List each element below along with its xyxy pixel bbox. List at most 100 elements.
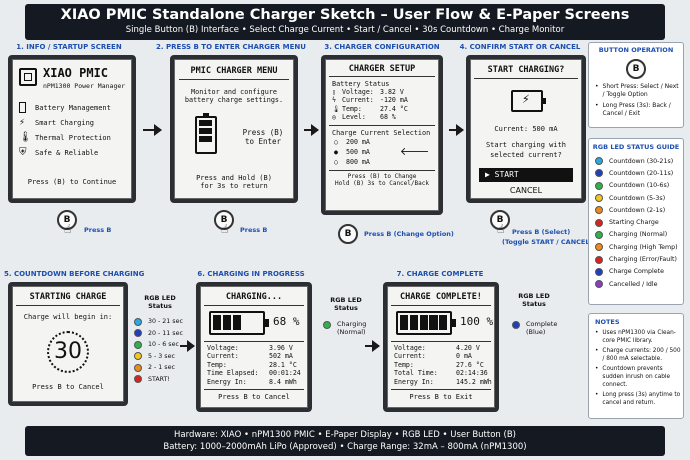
led-guide-label: Countdown (20-11s) [609,169,674,177]
step-4-title: 4. CONFIRM START OR CANCEL [459,43,581,51]
flow-arrow-5 [180,340,195,352]
setup-screen: CHARGER SETUP Battery Status ▯ Voltage: 3.… [325,59,439,211]
menu-screen: PMIC CHARGER MENU Monitor and configure … [174,59,294,199]
countdown-led-row: START! [134,374,194,386]
battery-icon [19,102,26,113]
complete-stat-row: Voltage: 4.20 V [394,344,480,352]
charging-stat-row: Temp: 28.1 °C [207,360,297,369]
flow-arrow-2 [304,124,319,136]
hand-pointer-icon: ☝ [64,222,72,236]
led-guide-row: Cancelled / Idle [595,278,683,290]
info-item-battery: Battery Management [19,100,129,115]
led-dot-icon [595,181,603,190]
cancel-option[interactable]: CANCEL [471,186,581,195]
flow-arrow-6 [365,340,380,352]
led-dot-icon [595,169,603,178]
button-op-title: BUTTON OPERATION [598,46,674,54]
button-operation-panel: BUTTON OPERATION B • Short Press: Select … [588,42,684,128]
shield-icon: ⛨ [19,147,27,158]
led-guide-row: Charging (High Temp) [595,241,683,253]
countdown-screen: STARTING CHARGE Charge will begin in: 30… [12,286,124,402]
led-dot-icon [595,243,603,252]
header-banner: XIAO PMIC Standalone Charger Sketch – Us… [25,4,665,40]
led-dot-icon [595,280,603,289]
charging-stat-row: Energy In: 8.4 mWh [207,377,297,386]
countdown-text: Charge will begin in: [23,313,113,321]
menu-title: PMIC CHARGER MENU [190,66,278,76]
led-guide-row: Charging (Normal) [595,229,683,241]
charging-stat-row: Voltage: 3.96 V [207,344,293,352]
footer-hardware: Hardware: XIAO • nPM1300 PMIC • E-Paper … [174,430,516,440]
radio-empty-icon: ○ [334,137,338,146]
led-guide-label: Charging (Normal) [609,231,668,239]
button-3-label: Press B (Change Option) [364,230,454,238]
setup-footer: Press (B) to Change Hold (B) 3s to Cance… [335,172,429,187]
page-title: XIAO PMIC Standalone Charger Sketch – Us… [60,7,630,23]
countdown-led-label: 2 - 1 sec [148,364,175,372]
led-guide-row: Charging (Error/Fault) [595,253,683,265]
battery-cell-filled [429,315,438,330]
countdown-led-row: 2 - 1 sec [134,362,194,374]
led-guide-label: Countdown (10-6s) [609,182,670,190]
countdown-led-label: 5 - 3 sec [148,352,175,360]
led-dot-icon [595,267,603,276]
led-dot-icon [595,230,603,239]
flow-arrow-3 [449,124,464,136]
battery-cell-filled [222,315,231,330]
thermometer-icon: 🌡 [19,132,32,143]
complete-exit: Press B to Exit [409,393,473,401]
notes-list: • Uses nPM1300 via Clean-core PMIC librar… [595,330,681,410]
chip-icon [19,68,37,86]
footer-banner: Hardware: XIAO • nPM1300 PMIC • E-Paper … [25,426,665,456]
notes-panel: NOTES • Uses nPM1300 via Clean-core PMIC … [588,313,684,419]
option-800[interactable]: ○ 800 mA [334,157,438,167]
led-guide-label: Charge Complete [609,268,664,276]
device-complete-screen: CHARGE COMPLETE! 100 % Voltage: 4.20 V Cur… [383,282,499,412]
led-guide-label: Countdown (5-3s) [609,194,666,202]
led-guide-row: Countdown (10-6s) [595,180,683,192]
complete-led-title: RGB LED Status [518,292,550,308]
countdown-led-label: 10 - 6 sec [148,341,179,349]
button-2-label: Press B [240,226,268,234]
page-subtitle: Single Button (B) Interface • Select Cha… [125,25,565,35]
info-item-charging: ⚡ Smart Charging [19,117,95,128]
led-dot-icon [595,255,603,264]
device-info-screen: XIAO PMIC nPM1300 Power Manager Battery … [8,55,136,203]
note-item: • Countdown prevents sudden inrush on cab… [595,366,671,388]
radio-filled-icon: ● [334,147,338,156]
menu-desc-1: Monitor and configure [191,88,277,96]
device-menu-screen: PMIC CHARGER MENU Monitor and configure … [170,55,298,203]
note-item: • Charge currents: 200 / 500 / 800 mA sel… [595,348,681,362]
menu-press-enter: Press (B) to Enter [242,128,284,146]
info-subtitle: nPM1300 Power Manager [43,82,126,90]
start-option[interactable]: ▶ START [479,168,573,182]
device-setup-screen: CHARGER SETUP Battery Status ▯ Voltage: 3.… [321,55,443,215]
led-guide-row: Countdown (2-1s) [595,204,683,216]
charging-led-status: Charging (Normal) [323,320,366,336]
selection-heading: Charge Current Selection [332,128,431,137]
led-dot-icon [595,194,603,203]
confirm-title: START CHARGING? [487,65,565,75]
complete-stat-row: Energy In: 145.2 mWh [394,377,492,386]
radio-empty-icon: ○ [334,157,338,166]
countdown-led-row: 5 - 3 sec [134,351,194,363]
complete-stat-row: Current: 0 mA [394,352,472,361]
led-dot-icon [595,157,603,166]
led-guide-row: Charge Complete [595,266,683,278]
battery-charging-icon: ⚡ [511,90,546,112]
button-b-3[interactable]: B [338,224,358,244]
battery-cell-filled [409,315,418,330]
complete-battery-gauge [396,311,456,335]
device-charging-screen: CHARGING... 68 % Voltage: 3.96 V Current: 5… [196,282,312,412]
led-dot-icon [134,329,142,338]
led-guide-label: Countdown (30-21s) [609,157,674,165]
option-500[interactable]: ● 500 mA 🡐 [334,146,438,157]
complete-stats: Voltage: 4.20 V Current: 0 mA Temp: 27.6 °C To… [394,344,494,386]
countdown-led-title: RGB LED Status [144,294,176,310]
hand-pointer-icon: ☝ [497,222,505,236]
led-guide-row: Countdown (5-3s) [595,192,683,204]
gauge-icon: ◎ [332,113,336,122]
countdown-led-row: 30 - 21 sec [134,316,194,328]
menu-desc-2: battery charge settings. [184,96,284,104]
button-op-desc: • Short Press: Select / Next / Toggle Opt… [595,83,679,117]
